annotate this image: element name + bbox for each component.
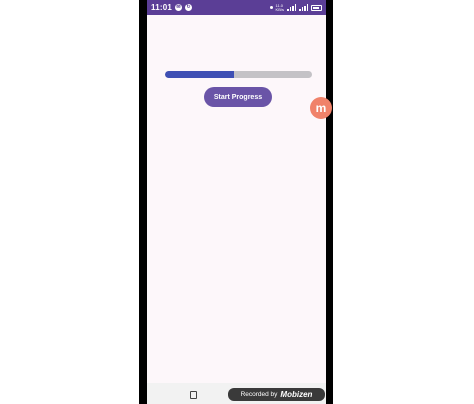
home-button-icon[interactable] xyxy=(190,391,197,399)
recorder-watermark: Recorded by Mobizen xyxy=(228,388,325,401)
battery-icon xyxy=(311,4,322,11)
sync-icon: ↻ xyxy=(185,4,193,11)
floating-recorder-bubble[interactable]: m xyxy=(310,97,332,119)
signal-icon xyxy=(287,4,296,11)
mobizen-logo: Mobizen xyxy=(280,390,313,399)
progress-fill xyxy=(165,71,235,78)
signal-icon xyxy=(299,4,308,11)
status-time: 11:01 xyxy=(151,3,173,12)
dot-icon xyxy=(269,6,273,9)
mail-icon: ✉ xyxy=(175,4,183,11)
progress-bar xyxy=(165,71,312,78)
network-speed: 11.0 KB/s xyxy=(275,2,284,12)
start-progress-button[interactable]: Start Progress xyxy=(204,87,272,107)
status-bar: 11:01 ✉ ↻ 11.0 KB/s xyxy=(147,0,326,15)
app-screen: Start Progress xyxy=(147,15,326,383)
